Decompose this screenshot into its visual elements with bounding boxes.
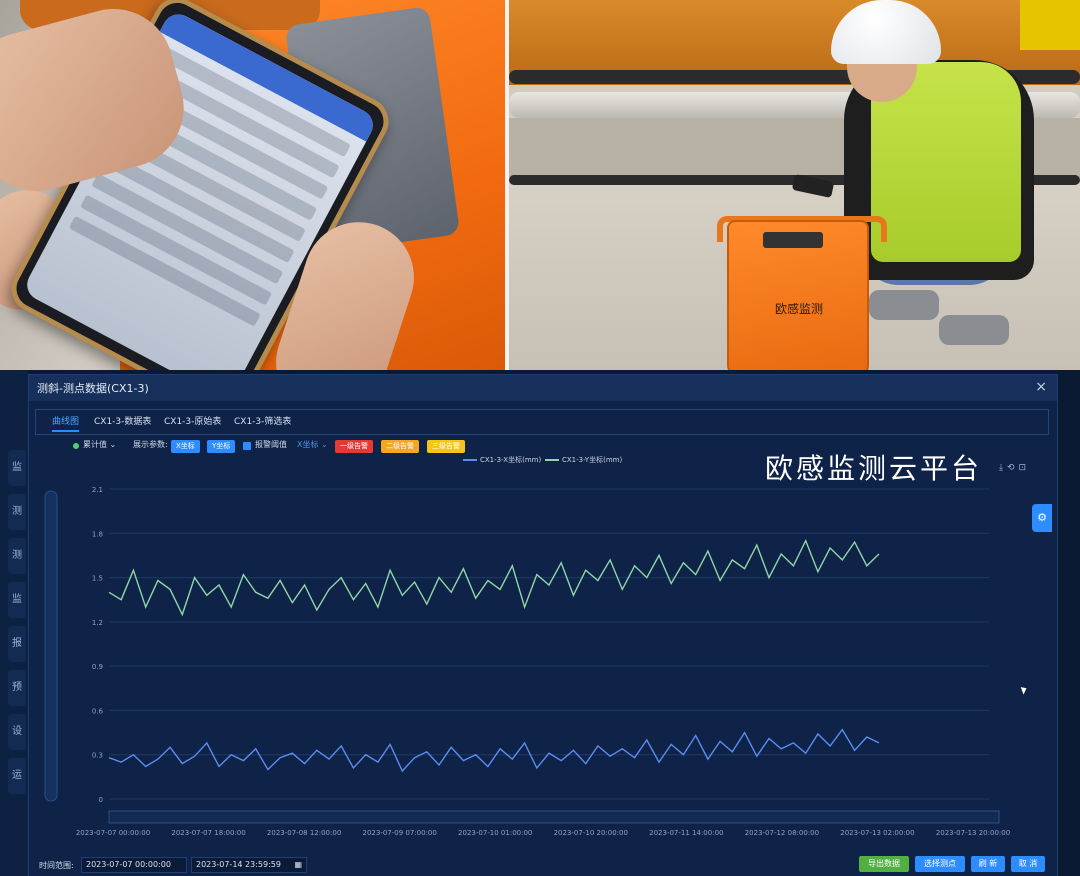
- x-tick-label: 2023-07-11 14:00:00: [649, 829, 723, 837]
- sidebar-item[interactable]: 测: [8, 494, 26, 530]
- settings-gear-icon[interactable]: ⚙: [1032, 504, 1052, 532]
- sidebar-item[interactable]: 测: [8, 538, 26, 574]
- x-tick-label: 2023-07-12 08:00:00: [745, 829, 819, 837]
- select-points-button[interactable]: 选择测点: [915, 856, 965, 872]
- x-tick-label: 2023-07-08 12:00:00: [267, 829, 341, 837]
- dialog-footer: 时间范围: 2023-07-07 00:00:00 2023-07-14 23:…: [29, 853, 1057, 876]
- calendar-icon: ▦: [294, 860, 302, 869]
- x-tick-label: 2023-07-10 01:00:00: [458, 829, 532, 837]
- x-tick-label: 2023-07-07 00:00:00: [76, 829, 150, 837]
- end-time-input[interactable]: 2023-07-14 23:59:59 ▦: [191, 857, 307, 873]
- sidebar-item[interactable]: 监: [8, 450, 26, 486]
- app-screenshot: 监 测 测 监 报 预 设 运 测斜-测点数据(CX1-3) × 曲线图 CX1…: [0, 370, 1080, 876]
- x-zoom-slider: [108, 810, 1000, 824]
- x-tick-label: 2023-07-09 07:00:00: [362, 829, 436, 837]
- y-tick-label: 0.3: [92, 752, 103, 760]
- sidebar-item[interactable]: 预: [8, 670, 26, 706]
- line-chart: 0 0.3 0.6 0.9 1.2 1.5 1.8 2.1 2023-07-07 00:00:0…: [44, 486, 1010, 837]
- y-tick-label: 1.8: [92, 530, 103, 538]
- y-tick-label: 2.1: [92, 486, 103, 494]
- export-button[interactable]: 导出数据: [859, 856, 909, 872]
- point-data-dialog: 测斜-测点数据(CX1-3) × 曲线图 CX1-3-数据表 CX1-3-原始表…: [28, 374, 1058, 876]
- y-tick-label: 1.2: [92, 619, 103, 627]
- sidebar-item[interactable]: 设: [8, 714, 26, 750]
- shoe: [939, 315, 1009, 345]
- x-tick-label: 2023-07-13 20:00:00: [936, 829, 1010, 837]
- fence-yellow: [1020, 0, 1080, 50]
- start-time-input[interactable]: 2023-07-07 00:00:00: [81, 857, 187, 873]
- photo-phone-nfc: [0, 0, 505, 370]
- device-panel: [763, 232, 823, 248]
- y-zoom-slider: [44, 490, 58, 802]
- y-tick-label: 0: [99, 796, 103, 804]
- cancel-button[interactable]: 取 消: [1011, 856, 1045, 872]
- time-range-label: 时间范围:: [39, 861, 74, 870]
- device-logo: 欧感监测: [774, 302, 823, 316]
- shoe: [869, 290, 939, 320]
- x-tick-label: 2023-07-13 02:00:00: [840, 829, 914, 837]
- sidebar: 监 测 测 监 报 预 设 运: [0, 370, 28, 876]
- photo-worker-site: 欧感监测: [509, 0, 1080, 370]
- sidebar-item[interactable]: 运: [8, 758, 26, 794]
- x-tick-label: 2023-07-10 20:00:00: [554, 829, 628, 837]
- y-tick-label: 0.9: [92, 663, 103, 671]
- sidebar-item[interactable]: 报: [8, 626, 26, 662]
- sidebar-item[interactable]: 监: [8, 582, 26, 618]
- series-line-1: [108, 728, 880, 773]
- refresh-button[interactable]: 刷 新: [971, 856, 1005, 872]
- y-tick-label: 0.6: [92, 707, 104, 715]
- y-tick-label: 1.5: [92, 575, 103, 583]
- x-tick-label: 2023-07-07 18:00:00: [171, 829, 245, 837]
